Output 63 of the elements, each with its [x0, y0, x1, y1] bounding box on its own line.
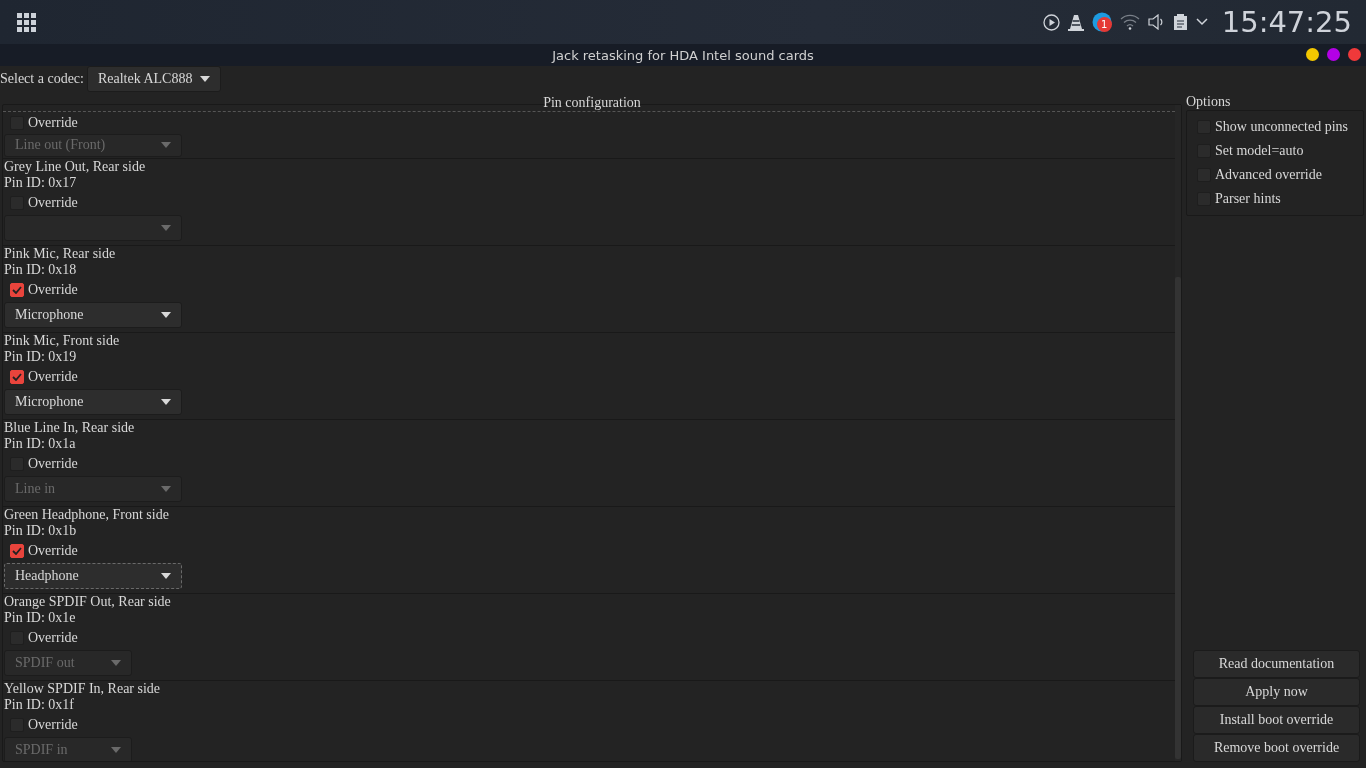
pin-id: Pin ID: 0x17	[4, 175, 77, 191]
caret-icon	[111, 747, 121, 753]
check-icon	[12, 373, 22, 381]
check-icon	[12, 286, 22, 294]
caret-icon	[161, 486, 171, 492]
caret-icon	[161, 573, 171, 579]
pin-id: Pin ID: 0x1a	[4, 436, 76, 452]
group-title: Pin configuration	[542, 95, 642, 111]
pin-title: Grey Line Out, Rear side	[4, 159, 146, 175]
caret-icon	[161, 225, 171, 231]
caret-icon	[161, 312, 171, 318]
pin-title: Orange SPDIF Out, Rear side	[4, 594, 171, 610]
pin-id: Pin ID: 0x1e	[4, 610, 76, 626]
scrollbar[interactable]	[1175, 105, 1181, 761]
dropdown[interactable]: Microphone	[4, 389, 182, 415]
wifi-icon[interactable]	[1119, 14, 1140, 30]
pin-title: Yellow SPDIF In, Rear side	[4, 681, 161, 697]
pin-title: Pink Mic, Rear side	[4, 246, 116, 262]
checkbox[interactable]: Set model=auto	[1191, 139, 1304, 163]
pin-title: Pink Mic, Front side	[4, 333, 120, 349]
action-button[interactable]: Read documentation	[1193, 650, 1360, 678]
action-button[interactable]: Remove boot override	[1193, 734, 1360, 762]
checkbox[interactable]: Override	[4, 191, 78, 215]
pin-id: Pin ID: 0x1f	[4, 697, 74, 713]
maximize-button[interactable]	[1327, 48, 1340, 61]
checkbox[interactable]: Advanced override	[1191, 163, 1322, 187]
checkbox[interactable]: Override	[4, 278, 78, 302]
check-icon	[12, 547, 22, 555]
dropdown[interactable]: Microphone	[4, 302, 182, 328]
pin-id: Pin ID: 0x19	[4, 349, 77, 365]
checkbox[interactable]: Override	[4, 626, 78, 650]
checkbox[interactable]: Show unconnected pins	[1191, 115, 1348, 139]
checkbox[interactable]: Override	[4, 365, 78, 389]
checkbox[interactable]: Override	[4, 452, 78, 476]
play-icon[interactable]	[1042, 13, 1060, 31]
chevron-down-icon[interactable]	[1195, 18, 1208, 26]
clipboard-icon[interactable]	[1172, 13, 1188, 31]
checkbox[interactable]: Override	[4, 713, 78, 737]
speaker-icon[interactable]	[1147, 14, 1165, 30]
traffic-cone-icon[interactable]	[1067, 13, 1084, 31]
action-button[interactable]: Install boot override	[1193, 706, 1360, 734]
caret-icon	[161, 142, 171, 149]
window-title: Jack retasking for HDA Intel sound cards	[552, 47, 814, 63]
checkbox[interactable]: Override	[4, 112, 78, 134]
options-title: Options	[1186, 94, 1231, 110]
pin-title: Blue Line In, Rear side	[4, 420, 135, 436]
app-grid-icon[interactable]	[17, 12, 36, 32]
checkbox[interactable]: Parser hints	[1191, 187, 1281, 211]
caret-icon	[199, 76, 210, 82]
dropdown[interactable]: Headphone	[4, 563, 182, 589]
minimize-button[interactable]	[1306, 48, 1319, 61]
close-button[interactable]	[1348, 48, 1361, 61]
notification-icon[interactable]: 1	[1091, 12, 1112, 32]
pin-id: Pin ID: 0x1b	[4, 523, 77, 539]
pin-id: Pin ID: 0x18	[4, 262, 77, 278]
caret-icon	[161, 399, 171, 405]
clock: 15:47:25	[1221, 5, 1352, 39]
codec-label: Select a codec:	[0, 71, 84, 87]
pin-title: Green Headphone, Front side	[4, 507, 169, 523]
action-button[interactable]: Apply now	[1193, 678, 1360, 706]
caret-icon	[111, 660, 121, 666]
codec-dropdown[interactable]: Realtek ALC888	[86, 66, 221, 92]
checkbox[interactable]: Override	[4, 539, 78, 563]
